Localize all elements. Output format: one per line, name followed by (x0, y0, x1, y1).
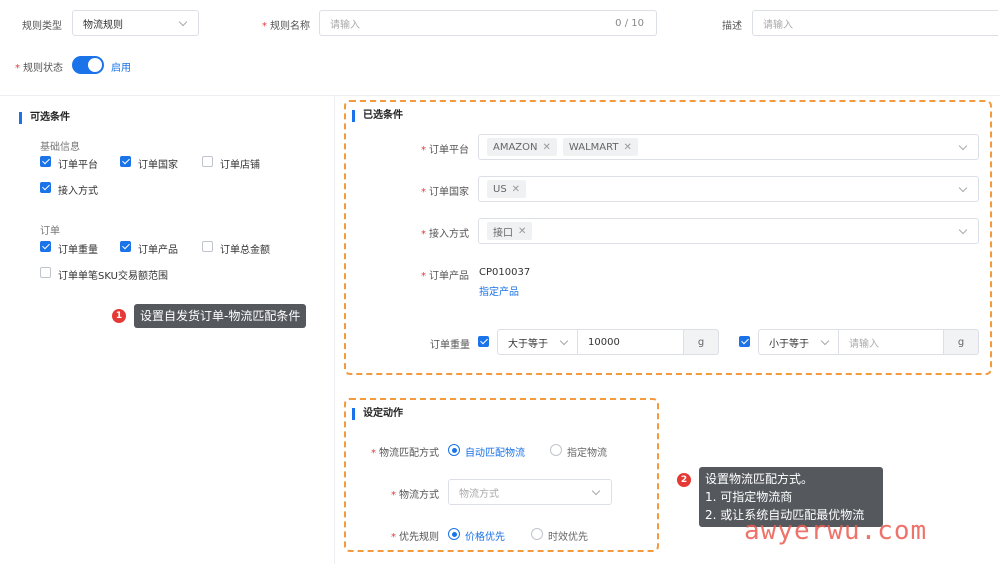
method-label: * 物流方式 (391, 490, 439, 501)
checkbox-label: 订单产品 (138, 245, 178, 256)
radio-specify-logistics-label: 指定物流 (567, 448, 607, 459)
checkbox-label: 订单国家 (138, 160, 178, 171)
watermark: awyerwu.com (744, 516, 928, 546)
close-icon[interactable]: ✕ (543, 142, 551, 153)
checkbox-label: 接入方式 (58, 186, 98, 197)
chevron-down-icon (559, 336, 569, 346)
checkbox-weight-max[interactable] (739, 336, 750, 347)
checkbox-label: 订单总金额 (220, 245, 270, 256)
tooltip-line: 设置物流匹配方式。 (705, 472, 814, 486)
specify-product-link[interactable]: 指定产品 (479, 283, 519, 298)
weight-op2-select[interactable]: 小于等于 (758, 329, 839, 355)
checkbox-order-product[interactable] (120, 241, 131, 252)
checkbox-order-shop[interactable] (202, 156, 213, 167)
radio-specify-logistics[interactable] (550, 444, 562, 456)
desc-input[interactable]: 请输入 (752, 10, 998, 36)
radio-auto-match-label: 自动匹配物流 (465, 448, 525, 459)
checkbox-order-total[interactable] (202, 241, 213, 252)
checkbox-weight-min[interactable] (478, 336, 489, 347)
rule-name-label: * 规则名称 (262, 21, 310, 32)
radio-time-priority-label: 时效优先 (548, 532, 588, 543)
optional-title: 可选条件 (19, 112, 70, 124)
rule-type-value: 物流规则 (83, 19, 123, 31)
selected-title: 已选条件 (352, 110, 403, 122)
weight-op1-select[interactable]: 大于等于 (497, 329, 578, 355)
chevron-down-icon (591, 486, 601, 496)
checkbox-access-method[interactable] (40, 182, 51, 193)
desc-placeholder: 请输入 (763, 19, 793, 31)
rule-type-select[interactable]: 物流规则 (72, 10, 199, 36)
weight-max-input[interactable]: 请输入 (839, 329, 944, 355)
checkbox-label: 订单店铺 (220, 160, 260, 171)
checkbox-label: 订单重量 (58, 245, 98, 256)
checkbox-sku-range[interactable] (40, 267, 51, 278)
annotation-badge-2: 2 (677, 473, 691, 487)
rule-type-label: 规则类型 (22, 21, 62, 32)
rule-name-input[interactable]: 请输入 0 / 10 (319, 10, 657, 36)
chevron-down-icon (958, 141, 968, 151)
weight-label: 订单重量 (430, 340, 470, 351)
radio-time-priority[interactable] (531, 528, 543, 540)
logistics-method-select[interactable]: 物流方式 (448, 479, 612, 505)
weight-unit-2: g (944, 329, 979, 355)
priority-label: * 优先规则 (391, 532, 439, 543)
access-multiselect[interactable]: 接口 ✕ (478, 218, 979, 244)
checkbox-order-weight[interactable] (40, 241, 51, 252)
annotation-tooltip-1: 设置自发货订单-物流匹配条件 (134, 304, 307, 328)
order-group-label: 订单 (40, 226, 60, 237)
weight-op2-value: 小于等于 (769, 338, 809, 350)
platform-tag[interactable]: WALMART ✕ (562, 138, 638, 156)
weight-op1-value: 大于等于 (508, 338, 548, 350)
status-label: * 规则状态 (15, 63, 63, 74)
platform-label: * 订单平台 (421, 145, 469, 156)
checkbox-label: 订单单笔SKU交易额范围 (58, 271, 168, 282)
weight-min-input[interactable]: 10000 (578, 329, 684, 355)
chevron-down-icon (178, 17, 188, 27)
access-tag[interactable]: 接口 ✕ (487, 222, 533, 240)
close-icon[interactable]: ✕ (512, 184, 520, 195)
radio-price-priority[interactable] (448, 528, 460, 540)
header-divider (0, 95, 1000, 96)
radio-auto-match[interactable] (448, 444, 460, 456)
match-label: * 物流匹配方式 (371, 448, 439, 459)
basic-group-label: 基础信息 (40, 142, 80, 153)
logistics-method-placeholder: 物流方式 (459, 488, 499, 500)
status-toggle[interactable] (72, 56, 104, 74)
rule-name-placeholder: 请输入 (330, 19, 360, 31)
desc-label: 描述 (722, 21, 742, 32)
rule-name-count: 0 / 10 (615, 17, 644, 29)
platform-multiselect[interactable]: AMAZON ✕ WALMART ✕ (478, 134, 979, 160)
chevron-down-icon (958, 225, 968, 235)
product-label: * 订单产品 (421, 271, 469, 282)
radio-price-priority-label: 价格优先 (465, 532, 505, 543)
weight-min-value: 10000 (588, 336, 620, 348)
chevron-down-icon (820, 336, 830, 346)
checkbox-label: 订单平台 (58, 160, 98, 171)
panel-divider (334, 96, 335, 564)
country-tag[interactable]: US ✕ (487, 180, 527, 198)
product-value: CP010037 (479, 267, 531, 278)
close-icon[interactable]: ✕ (518, 226, 526, 237)
country-label: * 订单国家 (421, 187, 469, 198)
annotation-badge-1: 1 (112, 309, 126, 323)
checkbox-order-platform[interactable] (40, 156, 51, 167)
access-label: * 接入方式 (421, 229, 469, 240)
chevron-down-icon (958, 183, 968, 193)
close-icon[interactable]: ✕ (623, 142, 631, 153)
country-multiselect[interactable]: US ✕ (478, 176, 979, 202)
platform-tag[interactable]: AMAZON ✕ (487, 138, 557, 156)
checkbox-order-country[interactable] (120, 156, 131, 167)
action-title: 设定动作 (352, 408, 403, 420)
status-value: 启用 (111, 63, 131, 74)
weight-unit-1: g (684, 329, 719, 355)
tooltip-line: 1. 可指定物流商 (705, 490, 793, 504)
weight-max-placeholder: 请输入 (849, 338, 879, 350)
